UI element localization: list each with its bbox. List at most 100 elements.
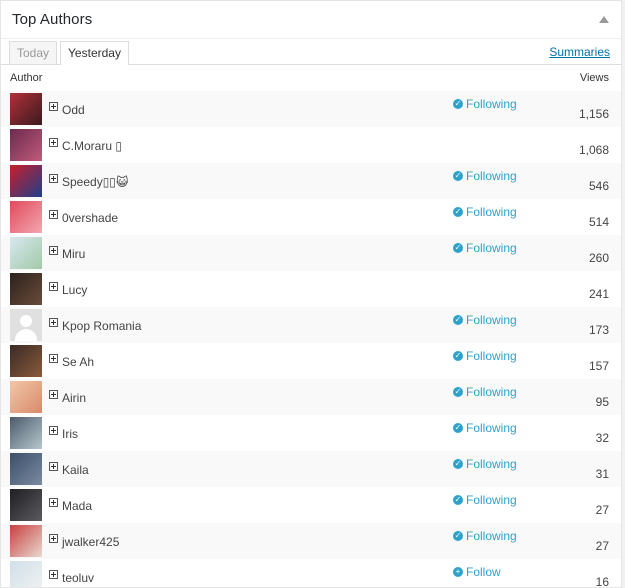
- following-button[interactable]: ✓ Following: [453, 493, 517, 507]
- author-avatar[interactable]: [10, 93, 42, 125]
- expand-icon[interactable]: [49, 569, 58, 579]
- following-button[interactable]: ✓ Following: [453, 97, 517, 111]
- author-row: Kpop Romania ✓ Following 173: [1, 307, 621, 343]
- views-count: 1,068: [578, 143, 609, 157]
- author-row: jwalker425 ✓ Following 27: [1, 523, 621, 559]
- views-count: 16: [595, 575, 609, 588]
- author-avatar[interactable]: [10, 309, 42, 341]
- views-count: 31: [595, 467, 609, 481]
- expand-icon[interactable]: [49, 137, 58, 147]
- following-button[interactable]: ✓ Following: [453, 421, 517, 435]
- expand-icon[interactable]: [49, 389, 58, 399]
- author-name[interactable]: Se Ah: [62, 355, 94, 369]
- views-count: 1,156: [578, 107, 609, 121]
- check-circle-icon: ✓: [453, 459, 463, 469]
- views-count: 241: [588, 287, 609, 301]
- authors-list: Odd ✓ Following 1,156 C.Moraru ▯ 1,068 Speedy▯…: [1, 91, 621, 588]
- collapse-toggle-icon[interactable]: [599, 16, 609, 23]
- expand-icon[interactable]: [49, 317, 58, 327]
- expand-icon[interactable]: [49, 533, 58, 543]
- author-row: Kaila ✓ Following 31: [1, 451, 621, 487]
- author-name[interactable]: Mada: [62, 499, 92, 513]
- check-circle-icon: ✓: [453, 387, 463, 397]
- author-row: 0vershade ✓ Following 514: [1, 199, 621, 235]
- top-authors-widget: Top Authors Today Yesterday Summaries Au…: [0, 0, 622, 588]
- following-button[interactable]: ✓ Following: [453, 241, 517, 255]
- check-circle-icon: ✓: [453, 243, 463, 253]
- author-name[interactable]: Airin: [62, 391, 86, 405]
- follow-label: Following: [466, 205, 517, 219]
- check-circle-icon: ✓: [453, 531, 463, 541]
- follow-label: Following: [466, 529, 517, 543]
- widget-title: Top Authors: [12, 11, 93, 28]
- expand-icon[interactable]: [49, 281, 58, 291]
- expand-icon[interactable]: [49, 245, 58, 255]
- author-name[interactable]: Lucy: [62, 283, 87, 297]
- author-name[interactable]: Odd: [62, 103, 85, 117]
- author-avatar[interactable]: [10, 417, 42, 449]
- following-button[interactable]: ✓ Following: [453, 457, 517, 471]
- follow-label: Following: [466, 421, 517, 435]
- author-avatar[interactable]: [10, 453, 42, 485]
- expand-icon[interactable]: [49, 101, 58, 111]
- expand-icon[interactable]: [49, 209, 58, 219]
- expand-icon[interactable]: [49, 425, 58, 435]
- author-avatar[interactable]: [10, 201, 42, 233]
- views-count: 260: [588, 251, 609, 265]
- author-row: Miru ✓ Following 260: [1, 235, 621, 271]
- following-button[interactable]: ✓ Following: [453, 205, 517, 219]
- author-row: teoluv + Follow 16: [1, 559, 621, 588]
- follow-label: Following: [466, 493, 517, 507]
- author-avatar[interactable]: [10, 489, 42, 521]
- follow-label: Following: [466, 169, 517, 183]
- views-count: 157: [588, 359, 609, 373]
- views-count: 95: [595, 395, 609, 409]
- following-button[interactable]: ✓ Following: [453, 169, 517, 183]
- author-row: C.Moraru ▯ 1,068: [1, 127, 621, 163]
- check-circle-icon: ✓: [453, 495, 463, 505]
- summaries-link[interactable]: Summaries: [549, 45, 610, 59]
- follow-label: Following: [466, 349, 517, 363]
- author-name[interactable]: Kaila: [62, 463, 89, 477]
- author-avatar[interactable]: [10, 129, 42, 161]
- author-row: Odd ✓ Following 1,156: [1, 91, 621, 127]
- author-name[interactable]: teoluv: [62, 571, 94, 585]
- author-avatar[interactable]: [10, 345, 42, 377]
- author-avatar[interactable]: [10, 381, 42, 413]
- follow-label: Follow: [466, 565, 501, 579]
- views-count: 32: [595, 431, 609, 445]
- tab-today[interactable]: Today: [9, 41, 58, 64]
- author-row: Se Ah ✓ Following 157: [1, 343, 621, 379]
- author-name[interactable]: Miru: [62, 247, 85, 261]
- expand-icon[interactable]: [49, 353, 58, 363]
- expand-icon[interactable]: [49, 497, 58, 507]
- author-name[interactable]: Speedy▯▯😺: [62, 175, 128, 189]
- check-circle-icon: ✓: [453, 423, 463, 433]
- follow-label: Following: [466, 385, 517, 399]
- author-avatar[interactable]: [10, 561, 42, 587]
- author-row: Iris ✓ Following 32: [1, 415, 621, 451]
- author-avatar[interactable]: [10, 165, 42, 197]
- author-name[interactable]: Kpop Romania: [62, 319, 141, 333]
- period-tabs: Today Yesterday Summaries: [1, 40, 621, 65]
- author-name[interactable]: C.Moraru ▯: [62, 139, 122, 153]
- author-avatar[interactable]: [10, 525, 42, 557]
- author-name[interactable]: Iris: [62, 427, 78, 441]
- widget-header: Top Authors: [1, 1, 621, 39]
- author-avatar[interactable]: [10, 273, 42, 305]
- following-button[interactable]: ✓ Following: [453, 349, 517, 363]
- expand-icon[interactable]: [49, 173, 58, 183]
- following-button[interactable]: ✓ Following: [453, 385, 517, 399]
- author-name[interactable]: jwalker425: [62, 535, 119, 549]
- author-name[interactable]: 0vershade: [62, 211, 118, 225]
- follow-label: Following: [466, 241, 517, 255]
- tab-yesterday[interactable]: Yesterday: [60, 41, 129, 65]
- expand-icon[interactable]: [49, 461, 58, 471]
- check-circle-icon: ✓: [453, 351, 463, 361]
- author-avatar[interactable]: [10, 237, 42, 269]
- following-button[interactable]: ✓ Following: [453, 529, 517, 543]
- follow-button[interactable]: + Follow: [453, 565, 501, 579]
- check-circle-icon: ✓: [453, 99, 463, 109]
- views-column-header: Views: [579, 72, 609, 84]
- following-button[interactable]: ✓ Following: [453, 313, 517, 327]
